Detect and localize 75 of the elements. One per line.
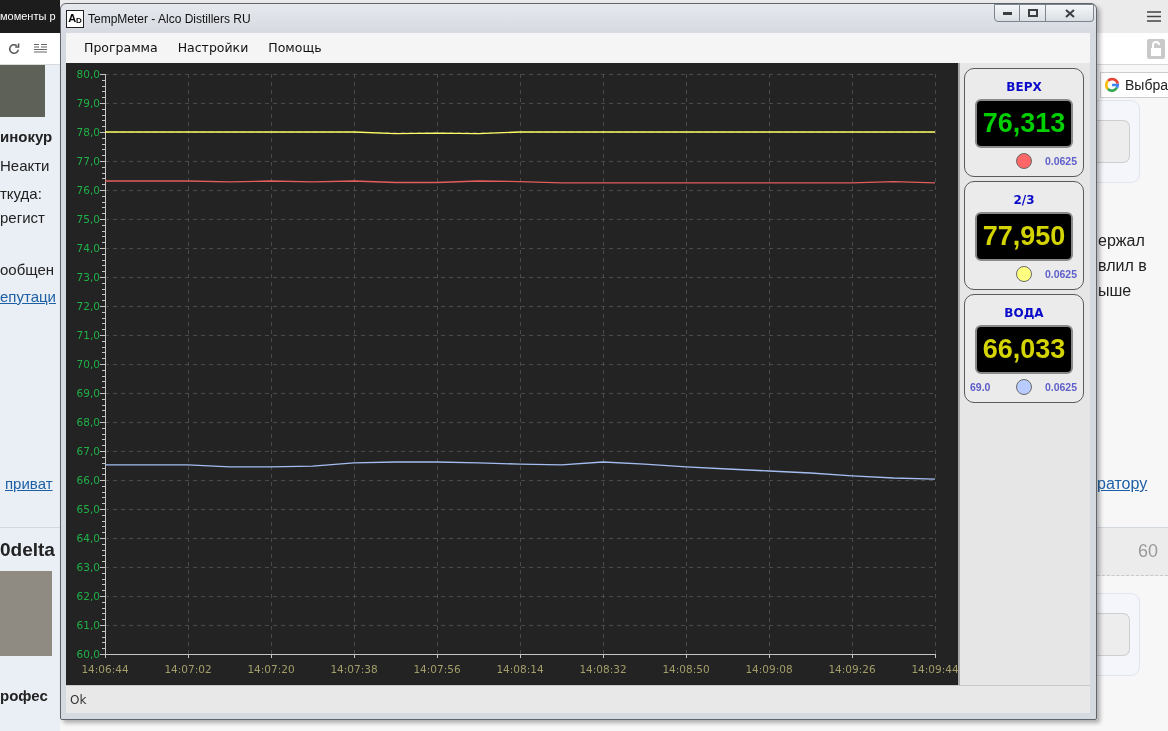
axis-tick-label: 14:09:08	[745, 663, 793, 675]
photo-placeholder	[0, 65, 45, 117]
axis-tick-label: 14:07:20	[247, 663, 295, 675]
minimize-button[interactable]	[994, 4, 1020, 22]
limit-text: 69.0	[969, 381, 991, 393]
private-message-link[interactable]: приват	[0, 472, 60, 496]
axis-tick-label: 69,0	[76, 387, 100, 399]
axis-tick-label: 14:08:14	[496, 663, 544, 675]
axis-tick-label: 80,0	[76, 68, 100, 80]
sensor-name: ВОДА	[1004, 305, 1044, 321]
axis-tick-label: 74,0	[76, 242, 100, 254]
reputation-link[interactable]: епутаци	[0, 285, 60, 309]
text-lines-icon[interactable]	[34, 43, 47, 54]
sensor-name: 2/3	[1013, 192, 1035, 208]
user-rank: инокур	[0, 127, 54, 147]
user-rank: рофес	[0, 686, 49, 706]
status-text: Ok	[70, 691, 87, 709]
axis-tick-label: 67,0	[76, 445, 100, 457]
app-logo: A$_{D}$	[66, 9, 84, 28]
close-icon	[1064, 8, 1075, 18]
axis-tick-label: 14:08:32	[579, 663, 627, 675]
axis-tick-label: 14:06:44	[81, 663, 129, 675]
profile-detail: регист	[0, 208, 46, 228]
axis-tick-label: 78,0	[76, 126, 100, 138]
axis-tick-label: 62,0	[76, 590, 100, 602]
axis-tick-label: 75,0	[76, 213, 100, 225]
post-link[interactable]: ратору	[1097, 472, 1148, 496]
axis-tick-label: 14:07:38	[330, 663, 378, 675]
close-button[interactable]	[1046, 4, 1094, 22]
input-field[interactable]	[1097, 120, 1130, 163]
axis-tick-label: 71,0	[76, 329, 100, 341]
axis-tick-label: 77,0	[76, 155, 100, 167]
language-select[interactable]: Выбра	[1100, 72, 1168, 98]
post-number: 60	[1097, 528, 1168, 576]
axis-tick-label: 68,0	[76, 416, 100, 428]
refresh-icon[interactable]	[8, 42, 20, 55]
window-title: TempMeter - Alco Distillers RU	[88, 11, 251, 26]
axis-tick-label: 61,0	[76, 619, 100, 631]
maximize-icon	[1027, 9, 1038, 17]
sensor-name: ВЕРХ	[1006, 79, 1042, 95]
reading-text: 0.0625	[1044, 268, 1078, 280]
temperature-value: 77,950	[982, 223, 1066, 250]
input-field[interactable]	[1097, 613, 1130, 656]
username: 0delta	[0, 538, 56, 562]
temperature-value: 76,313	[982, 110, 1066, 137]
user-status: Неакти	[0, 156, 51, 176]
browser-tab[interactable]: моменты р	[0, 0, 60, 33]
menu-item[interactable]: Программа	[74, 36, 168, 60]
axis-tick-label: 60,0	[76, 648, 100, 660]
temperature-value: 66,033	[982, 336, 1066, 363]
axis-tick-label: 14:07:02	[164, 663, 212, 675]
axis-tick-label: 64,0	[76, 532, 100, 544]
axis-tick-label: 72,0	[76, 300, 100, 312]
menu-item[interactable]: Настройки	[167, 36, 259, 60]
axis-tick-label: 79,0	[76, 97, 100, 109]
maximize-button[interactable]	[1020, 4, 1046, 22]
axis-tick-label: 14:07:56	[413, 663, 461, 675]
axis-tick-label: 73,0	[76, 271, 100, 283]
axis-tick-label: 14:08:50	[662, 663, 710, 675]
post-text: ержал влил в ыше	[1097, 231, 1147, 301]
menu-icon[interactable]	[1147, 11, 1161, 22]
profile-detail: ообщен	[0, 260, 56, 280]
axis-tick-label: 14:09:44	[911, 663, 958, 675]
axis-tick-label: 76,0	[76, 184, 100, 196]
logo-icon	[1104, 76, 1120, 94]
axis-tick-label: 63,0	[76, 561, 100, 573]
menu-item[interactable]: Помощь	[258, 36, 332, 60]
axis-tick-label: 66,0	[76, 474, 100, 486]
reading-text: 0.0625	[1044, 155, 1078, 167]
reading-text: 0.0625	[1044, 381, 1078, 393]
axis-tick-label: 65,0	[76, 503, 100, 515]
minimize-icon	[1002, 11, 1012, 15]
profile-detail: ткуда:	[0, 184, 43, 204]
axis-tick-label: 70,0	[76, 358, 100, 370]
axis-tick-label: 14:09:26	[828, 663, 876, 675]
